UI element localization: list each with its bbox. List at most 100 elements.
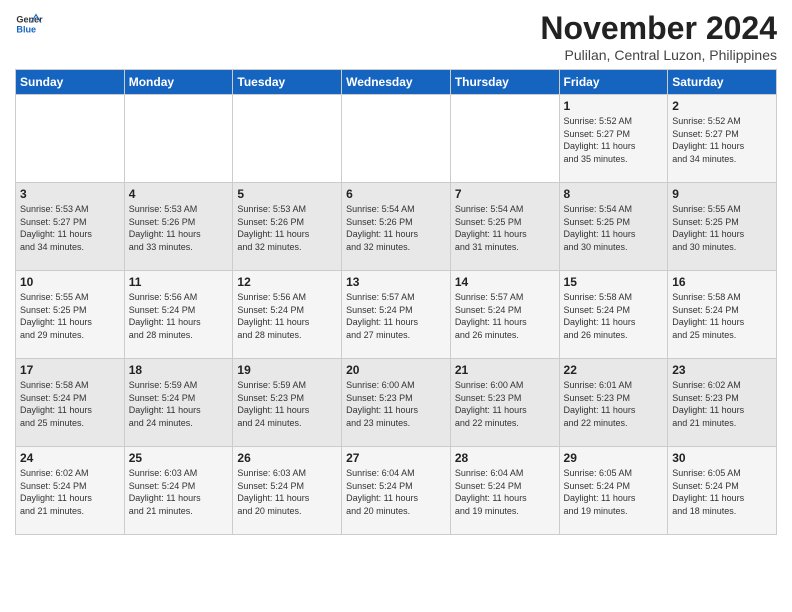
day-number: 12 [237, 275, 337, 289]
calendar-cell: 12 Sunrise: 5:56 AM Sunset: 5:24 PM Dayli… [233, 271, 342, 359]
calendar-cell [124, 95, 233, 183]
day-info: Sunrise: 5:57 AM Sunset: 5:24 PM Dayligh… [346, 291, 446, 341]
calendar-cell: 3 Sunrise: 5:53 AM Sunset: 5:27 PM Daylig… [16, 183, 125, 271]
day-info: Sunrise: 5:58 AM Sunset: 5:24 PM Dayligh… [564, 291, 664, 341]
calendar-week-1: 3 Sunrise: 5:53 AM Sunset: 5:27 PM Daylig… [16, 183, 777, 271]
location-subtitle: Pulilan, Central Luzon, Philippines [540, 47, 777, 63]
weekday-friday: Friday [559, 70, 668, 95]
calendar-cell: 16 Sunrise: 5:58 AM Sunset: 5:24 PM Dayli… [668, 271, 777, 359]
day-info: Sunrise: 5:56 AM Sunset: 5:24 PM Dayligh… [237, 291, 337, 341]
calendar-cell: 6 Sunrise: 5:54 AM Sunset: 5:26 PM Daylig… [342, 183, 451, 271]
day-info: Sunrise: 5:52 AM Sunset: 5:27 PM Dayligh… [564, 115, 664, 165]
calendar-week-0: 1 Sunrise: 5:52 AM Sunset: 5:27 PM Daylig… [16, 95, 777, 183]
calendar-cell [16, 95, 125, 183]
day-number: 2 [672, 99, 772, 113]
day-number: 27 [346, 451, 446, 465]
page: General Blue November 2024 Pulilan, Cent… [0, 0, 792, 612]
calendar-cell: 18 Sunrise: 5:59 AM Sunset: 5:24 PM Dayli… [124, 359, 233, 447]
calendar-cell: 15Sunrise: 5:58 AM Sunset: 5:24 PM Dayli… [559, 271, 668, 359]
day-info: Sunrise: 5:58 AM Sunset: 5:24 PM Dayligh… [672, 291, 772, 341]
calendar-cell: 8Sunrise: 5:54 AM Sunset: 5:25 PM Daylig… [559, 183, 668, 271]
day-number: 11 [129, 275, 229, 289]
day-number: 24 [20, 451, 120, 465]
calendar-week-3: 17 Sunrise: 5:58 AM Sunset: 5:24 PM Dayli… [16, 359, 777, 447]
day-number: 7 [455, 187, 555, 201]
day-info: Sunrise: 5:53 AM Sunset: 5:27 PM Dayligh… [20, 203, 120, 253]
day-number: 9 [672, 187, 772, 201]
day-info: Sunrise: 6:01 AM Sunset: 5:23 PM Dayligh… [564, 379, 664, 429]
day-number: 1 [564, 99, 664, 113]
day-number: 22 [564, 363, 664, 377]
calendar-cell: 13 Sunrise: 5:57 AM Sunset: 5:24 PM Dayli… [342, 271, 451, 359]
day-info: Sunrise: 6:04 AM Sunset: 5:24 PM Dayligh… [346, 467, 446, 517]
calendar-cell: 28Sunrise: 6:04 AM Sunset: 5:24 PM Dayli… [450, 447, 559, 535]
calendar-cell: 21Sunrise: 6:00 AM Sunset: 5:23 PM Dayli… [450, 359, 559, 447]
calendar-cell: 10 Sunrise: 5:55 AM Sunset: 5:25 PM Dayli… [16, 271, 125, 359]
day-number: 28 [455, 451, 555, 465]
day-number: 20 [346, 363, 446, 377]
day-number: 4 [129, 187, 229, 201]
day-number: 26 [237, 451, 337, 465]
day-number: 13 [346, 275, 446, 289]
day-number: 3 [20, 187, 120, 201]
weekday-monday: Monday [124, 70, 233, 95]
day-info: Sunrise: 6:03 AM Sunset: 5:24 PM Dayligh… [129, 467, 229, 517]
day-info: Sunrise: 6:05 AM Sunset: 5:24 PM Dayligh… [564, 467, 664, 517]
weekday-saturday: Saturday [668, 70, 777, 95]
calendar-cell: 11 Sunrise: 5:56 AM Sunset: 5:24 PM Dayli… [124, 271, 233, 359]
day-info: Sunrise: 6:03 AM Sunset: 5:24 PM Dayligh… [237, 467, 337, 517]
day-info: Sunrise: 6:00 AM Sunset: 5:23 PM Dayligh… [346, 379, 446, 429]
calendar-cell: 9 Sunrise: 5:55 AM Sunset: 5:25 PM Daylig… [668, 183, 777, 271]
day-number: 17 [20, 363, 120, 377]
weekday-sunday: Sunday [16, 70, 125, 95]
day-number: 6 [346, 187, 446, 201]
day-info: Sunrise: 5:53 AM Sunset: 5:26 PM Dayligh… [237, 203, 337, 253]
day-number: 16 [672, 275, 772, 289]
calendar-cell: 25 Sunrise: 6:03 AM Sunset: 5:24 PM Dayli… [124, 447, 233, 535]
day-info: Sunrise: 6:02 AM Sunset: 5:24 PM Dayligh… [20, 467, 120, 517]
day-info: Sunrise: 6:05 AM Sunset: 5:24 PM Dayligh… [672, 467, 772, 517]
calendar-cell: 17 Sunrise: 5:58 AM Sunset: 5:24 PM Dayli… [16, 359, 125, 447]
day-info: Sunrise: 6:02 AM Sunset: 5:23 PM Dayligh… [672, 379, 772, 429]
calendar-cell: 22 Sunrise: 6:01 AM Sunset: 5:23 PM Dayli… [559, 359, 668, 447]
day-number: 5 [237, 187, 337, 201]
calendar-cell: 26 Sunrise: 6:03 AM Sunset: 5:24 PM Dayli… [233, 447, 342, 535]
day-number: 14 [455, 275, 555, 289]
month-year-title: November 2024 [540, 10, 777, 47]
title-block: November 2024 Pulilan, Central Luzon, Ph… [540, 10, 777, 63]
calendar-body: 1 Sunrise: 5:52 AM Sunset: 5:27 PM Daylig… [16, 95, 777, 535]
calendar-cell: 5 Sunrise: 5:53 AM Sunset: 5:26 PM Daylig… [233, 183, 342, 271]
day-info: Sunrise: 5:59 AM Sunset: 5:24 PM Dayligh… [129, 379, 229, 429]
day-info: Sunrise: 5:55 AM Sunset: 5:25 PM Dayligh… [20, 291, 120, 341]
day-info: Sunrise: 5:55 AM Sunset: 5:25 PM Dayligh… [672, 203, 772, 253]
day-info: Sunrise: 5:53 AM Sunset: 5:26 PM Dayligh… [129, 203, 229, 253]
day-number: 21 [455, 363, 555, 377]
day-info: Sunrise: 5:56 AM Sunset: 5:24 PM Dayligh… [129, 291, 229, 341]
weekday-wednesday: Wednesday [342, 70, 451, 95]
calendar-cell: 4 Sunrise: 5:53 AM Sunset: 5:26 PM Daylig… [124, 183, 233, 271]
calendar-cell: 29Sunrise: 6:05 AM Sunset: 5:24 PM Dayli… [559, 447, 668, 535]
calendar-cell [342, 95, 451, 183]
day-info: Sunrise: 5:54 AM Sunset: 5:25 PM Dayligh… [455, 203, 555, 253]
svg-text:Blue: Blue [16, 24, 36, 34]
calendar-week-2: 10 Sunrise: 5:55 AM Sunset: 5:25 PM Dayli… [16, 271, 777, 359]
day-number: 23 [672, 363, 772, 377]
weekday-tuesday: Tuesday [233, 70, 342, 95]
calendar-cell [233, 95, 342, 183]
calendar-cell: 27 Sunrise: 6:04 AM Sunset: 5:24 PM Dayli… [342, 447, 451, 535]
calendar-cell: 2Sunrise: 5:52 AM Sunset: 5:27 PM Daylig… [668, 95, 777, 183]
calendar-cell: 30 Sunrise: 6:05 AM Sunset: 5:24 PM Dayli… [668, 447, 777, 535]
day-number: 18 [129, 363, 229, 377]
day-info: Sunrise: 5:58 AM Sunset: 5:24 PM Dayligh… [20, 379, 120, 429]
day-number: 25 [129, 451, 229, 465]
calendar-table: SundayMondayTuesdayWednesdayThursdayFrid… [15, 69, 777, 535]
day-info: Sunrise: 5:59 AM Sunset: 5:23 PM Dayligh… [237, 379, 337, 429]
logo: General Blue [15, 10, 43, 38]
day-info: Sunrise: 5:54 AM Sunset: 5:26 PM Dayligh… [346, 203, 446, 253]
calendar-cell: 19 Sunrise: 5:59 AM Sunset: 5:23 PM Dayli… [233, 359, 342, 447]
calendar-week-4: 24 Sunrise: 6:02 AM Sunset: 5:24 PM Dayli… [16, 447, 777, 535]
day-number: 19 [237, 363, 337, 377]
day-number: 30 [672, 451, 772, 465]
calendar-cell: 1 Sunrise: 5:52 AM Sunset: 5:27 PM Daylig… [559, 95, 668, 183]
day-number: 10 [20, 275, 120, 289]
